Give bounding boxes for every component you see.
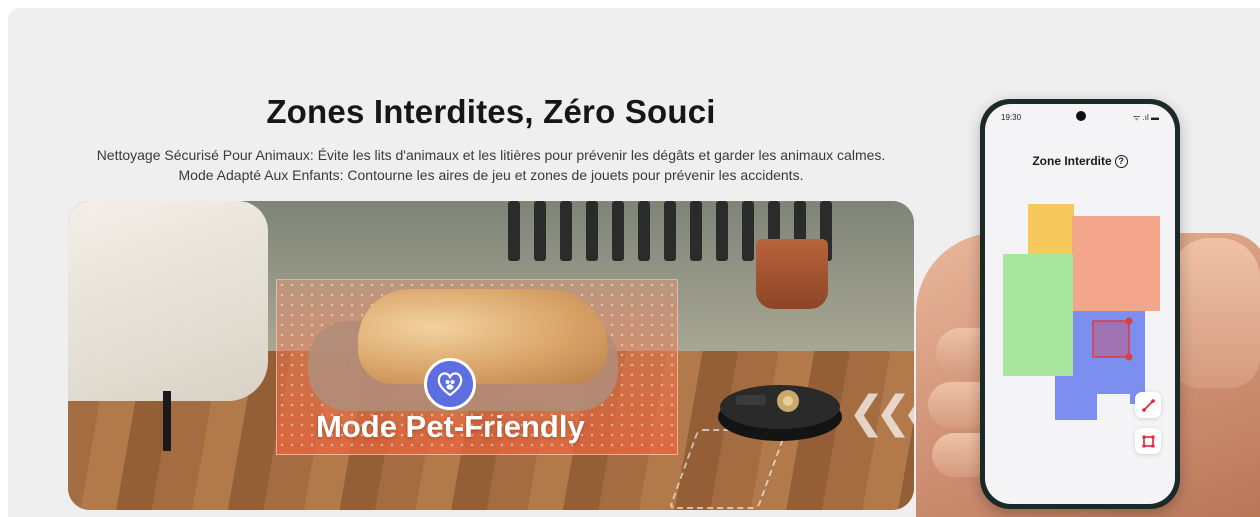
pet-heart-icon [424,358,476,410]
scene-armchair [68,201,268,401]
scene-golden-retriever [358,289,608,384]
pet-safe-description: Nettoyage Sécurisé Pour Animaux: Évite l… [96,147,886,163]
draw-line-icon[interactable] [1135,392,1161,418]
child-safe-description: Mode Adapté Aux Enfants: Contourne les a… [178,167,804,183]
scene-plant-pot [756,239,828,309]
map-room-yellow [1028,204,1074,259]
map-room-green [1003,254,1073,376]
map-room-orange [1072,216,1160,311]
robot-vacuum-illustration [718,385,842,441]
living-room-scene-image: ❮❮❮ Mode Pet-Friendly [68,201,914,510]
scene-chair-leg [163,391,171,451]
feature-banner: Zones Interdites, Zéro Souci Nettoyage S… [8,8,1260,517]
draw-rectangle-icon[interactable] [1135,428,1161,454]
no-go-zone-delete-icon [1125,317,1133,325]
app-screen: 19:30 ᯤ .ıl ▬ Zone Interdite? [985,104,1175,504]
no-go-zone-resize-icon [1125,353,1133,361]
no-go-zone-rectangle [1092,320,1130,358]
feature-headline: Zones Interdites, Zéro Souci [266,93,716,130]
pet-mode-label: Mode Pet-Friendly [316,409,585,444]
smartphone: 19:30 ᯤ .ıl ▬ Zone Interdite? [980,99,1180,509]
thumb [1170,238,1260,388]
robot-direction-chevrons: ❮❮❮ [848,387,914,438]
